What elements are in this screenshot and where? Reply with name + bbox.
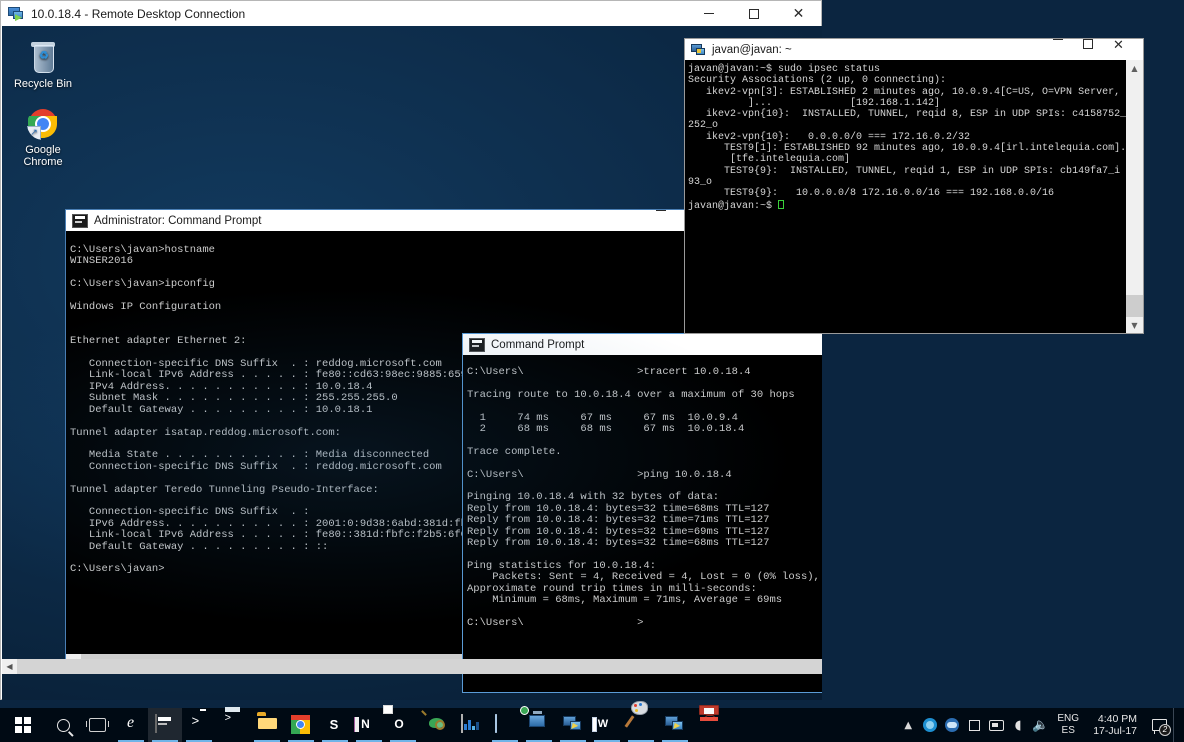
terminal-title: javan@javan: ~: [712, 44, 792, 56]
command-prompt-window: Command Prompt ✕ C:\Users\ >tracert 10.0…: [462, 333, 822, 693]
screen: ▶ 10.0.18.4 - Remote Desktop Connection …: [0, 0, 1184, 742]
network-tray-icon: [989, 720, 1004, 731]
onedrive-sync-icon: [923, 718, 937, 732]
tray-onedrive-sync[interactable]: [919, 708, 941, 742]
rdp-scroll-left-icon[interactable]: ◀: [2, 659, 17, 674]
taskbar-item-skype[interactable]: [318, 708, 352, 742]
admin-cmd-title: Administrator: Command Prompt: [94, 215, 261, 227]
language-line1: ENG: [1057, 713, 1079, 725]
clock-date: 17-Jul-17: [1093, 725, 1137, 737]
taskbar-item-outlook[interactable]: [386, 708, 420, 742]
ssh-terminal-window: javan@javan: ~ ✕ javan@javan:~$ sudo ips…: [684, 38, 1144, 334]
action-center-button[interactable]: 2: [1145, 708, 1173, 742]
terminal-prompt: javan@javan:~$: [688, 201, 778, 212]
clock-time: 4:40 PM: [1098, 713, 1137, 725]
taskbar-item-onenote[interactable]: [352, 708, 386, 742]
command-prompt-icon: [155, 714, 157, 733]
command-prompt-icon: [469, 338, 485, 352]
terminal-output: javan@javan:~$ sudo ipsec status Securit…: [688, 64, 1127, 199]
scroll-up-icon[interactable]: ▲: [1126, 60, 1143, 76]
admin-cmd-titlebar[interactable]: Administrator: Command Prompt: [66, 210, 686, 231]
rdp-maximize-button[interactable]: [731, 1, 776, 26]
taskbar-item-microsoft-word[interactable]: [590, 708, 624, 742]
scroll-down-icon[interactable]: ▼: [1126, 317, 1143, 333]
terminal-minimize-button[interactable]: [1053, 39, 1083, 60]
language-line2: ES: [1062, 725, 1075, 737]
cloud-sync-icon: [945, 718, 959, 732]
task-view-button[interactable]: [80, 708, 114, 742]
taskbar-item-toolbox-app[interactable]: [692, 708, 726, 742]
terminal-vertical-scrollbar[interactable]: ▲ ▼: [1126, 60, 1143, 333]
terminal-close-button[interactable]: ✕: [1113, 39, 1143, 60]
desktop-icon-label-line1: Google: [6, 144, 80, 156]
taskbar: ▶ ▶ ▲ ◖ 🔈 ENG ES: [0, 708, 1184, 742]
search-icon: [57, 719, 70, 732]
taskbar-item-command-prompt[interactable]: [148, 708, 182, 742]
terminal-window-controls: ✕: [1053, 39, 1143, 60]
ssh-terminal-icon: [691, 43, 706, 57]
google-chrome-icon: ↗: [27, 108, 59, 140]
scrollbar-thumb[interactable]: [1126, 295, 1143, 317]
terminal-maximize-button[interactable]: [1083, 39, 1113, 60]
admin-cmd-minimize-button[interactable]: [656, 210, 686, 231]
remote-desktop-title: 10.0.18.4 - Remote Desktop Connection: [31, 7, 245, 21]
app-tray-icon: [969, 720, 980, 731]
language-indicator[interactable]: ENG ES: [1051, 708, 1085, 742]
taskbar-item-remote-desktop-connection[interactable]: ▶: [556, 708, 590, 742]
rdp-close-button[interactable]: ✕: [776, 1, 821, 26]
front-cmd-titlebar[interactable]: Command Prompt ✕: [463, 334, 822, 355]
taskbar-item-server-manager[interactable]: [522, 708, 556, 742]
taskbar-item-performance-monitor[interactable]: [454, 708, 488, 742]
terminal-cursor: [778, 200, 784, 209]
show-desktop-button[interactable]: [1173, 708, 1180, 742]
front-cmd-title: Command Prompt: [491, 339, 584, 351]
remote-desktop-titlebar[interactable]: ▶ 10.0.18.4 - Remote Desktop Connection …: [1, 1, 821, 26]
taskbar-item-microsoft-edge[interactable]: [114, 708, 148, 742]
remote-desktop-window-controls: ✕: [686, 1, 821, 26]
action-center-badge: 2: [1159, 724, 1171, 736]
desktop-icon-label-line2: Chrome: [6, 156, 80, 168]
taskbar-item-remote-desktop-connection-2[interactable]: ▶: [658, 708, 692, 742]
tray-cloud-sync[interactable]: [941, 708, 963, 742]
taskbar-item-windows-powershell[interactable]: [182, 708, 216, 742]
taskbar-item-powershell-ise[interactable]: [216, 708, 250, 742]
taskbar-item-window-app[interactable]: [488, 708, 522, 742]
tray-expand-button[interactable]: ▲: [897, 708, 919, 742]
rdp-horizontal-scrollbar[interactable]: ◀: [2, 659, 822, 674]
start-button[interactable]: [0, 708, 46, 742]
windows-logo-icon: [15, 717, 31, 733]
tray-network[interactable]: [985, 708, 1007, 742]
chevron-up-icon: ▲: [904, 720, 912, 731]
system-tray: ▲ ◖ 🔈 ENG ES 4:40 PM 17-Jul-17 2: [897, 708, 1184, 742]
front-cmd-output[interactable]: C:\Users\ >tracert 10.0.18.4 Tracing rou…: [463, 355, 822, 692]
window-icon: [495, 714, 497, 733]
recycle-bin-icon: ♻: [27, 42, 59, 74]
wifi-icon: ◖: [1015, 718, 1022, 733]
terminal-output-area[interactable]: javan@javan:~$ sudo ipsec status Securit…: [685, 60, 1127, 333]
taskbar-item-file-explorer[interactable]: [250, 708, 284, 742]
tray-app[interactable]: [963, 708, 985, 742]
rdp-minimize-button[interactable]: [686, 1, 731, 26]
admin-cmd-window-controls: [656, 210, 686, 231]
command-prompt-icon: [72, 214, 88, 228]
clock[interactable]: 4:40 PM 17-Jul-17: [1085, 708, 1145, 742]
perfmon-icon: [461, 714, 463, 733]
search-button[interactable]: [46, 708, 80, 742]
desktop-icon-label: Recycle Bin: [6, 78, 80, 90]
volume-icon: 🔈: [1032, 718, 1048, 733]
desktop-icon-recycle-bin[interactable]: ♻ Recycle Bin: [6, 42, 80, 90]
tray-wifi[interactable]: ◖: [1007, 708, 1029, 742]
desktop-icon-google-chrome[interactable]: ↗ Google Chrome: [6, 108, 80, 168]
taskbar-item-wireshark[interactable]: [420, 708, 454, 742]
taskbar-item-paint[interactable]: [624, 708, 658, 742]
taskbar-item-google-chrome[interactable]: [284, 708, 318, 742]
remote-desktop-icon: ▶: [8, 6, 24, 22]
terminal-titlebar[interactable]: javan@javan: ~ ✕: [685, 39, 1143, 60]
tray-volume[interactable]: 🔈: [1029, 708, 1051, 742]
task-view-icon: [89, 718, 106, 732]
